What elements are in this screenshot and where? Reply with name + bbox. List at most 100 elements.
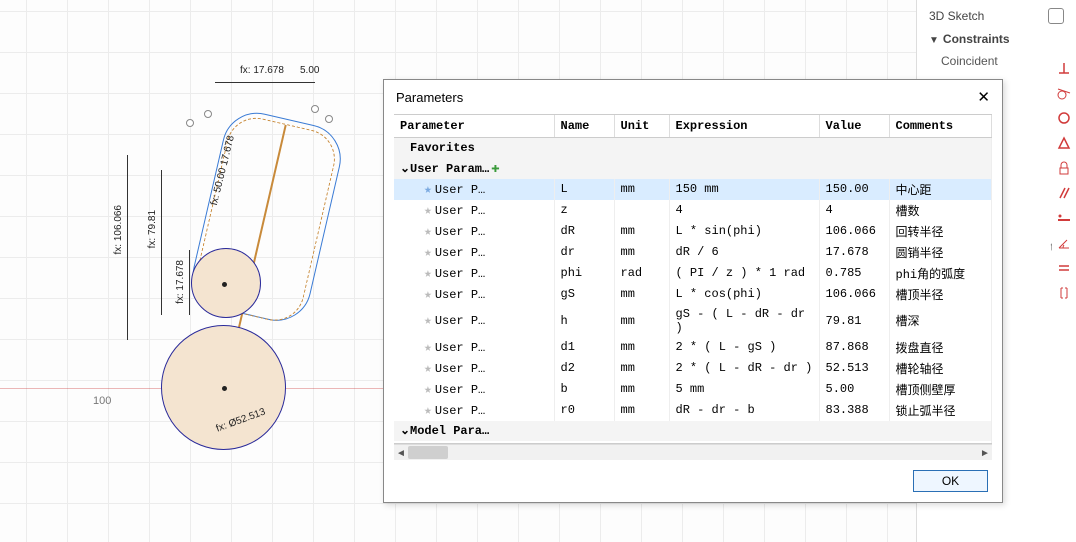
lock-icon[interactable] [1053, 156, 1075, 180]
cell[interactable]: 4 [819, 200, 889, 221]
parameter-row[interactable]: ★User P…d2mm2 * ( L - dR - dr )52.513槽轮轴… [394, 358, 992, 379]
cell[interactable]: 106.066 [819, 284, 889, 305]
cell[interactable]: mm [614, 337, 669, 358]
perpendicular-icon[interactable] [1053, 56, 1075, 80]
cell[interactable]: 4 [669, 200, 819, 221]
sketch-handle[interactable] [325, 115, 333, 123]
bracket-icon[interactable] [1053, 281, 1075, 305]
cell[interactable]: dr [554, 242, 614, 263]
parameter-row[interactable]: ★User P…drmmdR / 617.678圆销半径 [394, 242, 992, 263]
cell[interactable]: 拨盘直径 [889, 337, 992, 358]
sketch-handle[interactable] [186, 119, 194, 127]
favorite-star-icon[interactable]: ★ [424, 382, 432, 397]
cell[interactable]: r0 [554, 400, 614, 421]
col-name[interactable]: Name [554, 115, 614, 138]
cell[interactable]: 2 * ( L - dR - dr ) [669, 358, 819, 379]
cell[interactable]: 87.868 [819, 337, 889, 358]
parameter-row[interactable]: ★User P…d1mm2 * ( L - gS )87.868拨盘直径 [394, 337, 992, 358]
cell[interactable]: 槽数 [889, 200, 992, 221]
cell[interactable]: L * sin(phi) [669, 221, 819, 242]
cell[interactable]: z [554, 200, 614, 221]
dimension-label[interactable]: 5.00 [300, 65, 319, 76]
cell[interactable]: 150 mm [669, 179, 819, 200]
tangent-icon[interactable] [1053, 81, 1075, 105]
group-row[interactable]: Favorites [394, 138, 992, 158]
parameters-table[interactable]: Parameter Name Unit Expression Value Com… [394, 115, 992, 444]
parameter-row[interactable]: ★User P…hmmgS - ( L - dR - dr )79.81槽深 [394, 305, 992, 337]
cell[interactable]: 槽顶半径 [889, 284, 992, 305]
ok-button[interactable]: OK [913, 470, 988, 492]
cell[interactable]: 83.388 [819, 400, 889, 421]
favorite-star-icon[interactable]: ★ [424, 224, 432, 239]
group-row[interactable]: ⌄Model Para… [394, 421, 992, 441]
cell[interactable]: 106.066 [819, 221, 889, 242]
cell[interactable]: b [554, 379, 614, 400]
cell[interactable]: phi [554, 263, 614, 284]
cell[interactable]: ( PI / z ) * 1 rad [669, 263, 819, 284]
favorite-star-icon[interactable]: ★ [424, 203, 432, 218]
panel-constraints-header[interactable]: ▼Constraints [919, 28, 1074, 50]
cell[interactable]: 0.785 [819, 263, 889, 284]
favorite-star-icon[interactable]: ★ [424, 340, 432, 355]
cell[interactable]: mm [614, 179, 669, 200]
cell[interactable]: dR [554, 221, 614, 242]
favorite-star-icon[interactable]: ★ [424, 287, 432, 302]
cell[interactable]: 圆销半径 [889, 242, 992, 263]
cell[interactable]: 17.678 [819, 242, 889, 263]
cell[interactable]: gS [554, 284, 614, 305]
triangle-icon[interactable] [1053, 131, 1075, 155]
cell[interactable]: rad [614, 263, 669, 284]
parameter-row[interactable]: ★User P…dRmmL * sin(phi)106.066回转半径 [394, 221, 992, 242]
sketch-handle[interactable] [311, 105, 319, 113]
cell[interactable]: h [554, 305, 614, 337]
sketch-handle[interactable] [204, 110, 212, 118]
caret-icon[interactable]: ⌄ [400, 161, 410, 175]
constraint-coincident[interactable]: Coincident [919, 50, 1074, 72]
dimension-label[interactable]: fx: 106.066 [113, 205, 124, 254]
close-icon[interactable]: ✕ [977, 88, 990, 106]
cell[interactable]: 槽轮轴径 [889, 358, 992, 379]
cell[interactable]: mm [614, 242, 669, 263]
cell[interactable]: L [554, 179, 614, 200]
scroll-left-icon[interactable]: ◄ [394, 445, 408, 461]
cell[interactable]: mm [614, 221, 669, 242]
parallel-icon[interactable] [1053, 181, 1075, 205]
group-row[interactable]: ⌄User Param…✚ [394, 158, 992, 179]
parameter-row[interactable]: ★User P…gSmmL * cos(phi)106.066槽顶半径 [394, 284, 992, 305]
col-expression[interactable]: Expression [669, 115, 819, 138]
cell[interactable]: gS - ( L - dR - dr ) [669, 305, 819, 337]
dialog-titlebar[interactable]: Parameters ✕ [384, 80, 1002, 114]
dimension-label[interactable]: fx: 79.81 [147, 210, 158, 248]
cell[interactable]: dR / 6 [669, 242, 819, 263]
parameter-row[interactable]: ★User P…Lmm150 mm150.00中心距 [394, 179, 992, 200]
checkbox-icon[interactable] [1048, 8, 1064, 24]
cell[interactable]: dR - dr - b [669, 400, 819, 421]
parameter-row[interactable]: ★User P…z44槽数 [394, 200, 992, 221]
cell[interactable]: 槽顶侧壁厚 [889, 379, 992, 400]
cell[interactable]: 回转半径 [889, 221, 992, 242]
cell[interactable]: L * cos(phi) [669, 284, 819, 305]
cell[interactable]: mm [614, 305, 669, 337]
cell[interactable]: mm [614, 358, 669, 379]
caret-icon[interactable]: ⌄ [400, 423, 410, 437]
favorite-star-icon[interactable]: ★ [424, 403, 432, 418]
cell[interactable]: 5.00 [819, 379, 889, 400]
favorite-star-icon[interactable]: ★ [424, 313, 432, 328]
parameter-row[interactable]: ★User P…bmm5 mm5.00槽顶侧壁厚 [394, 379, 992, 400]
cell[interactable]: 52.513 [819, 358, 889, 379]
favorite-star-icon[interactable]: ★ [424, 361, 432, 376]
cell[interactable]: 锁止弧半径 [889, 400, 992, 421]
scroll-right-icon[interactable]: ► [978, 445, 992, 461]
cell[interactable] [614, 200, 669, 221]
panel-3d-sketch[interactable]: 3D Sketch [919, 4, 1074, 28]
cell[interactable]: 79.81 [819, 305, 889, 337]
cell[interactable]: mm [614, 379, 669, 400]
equal-icon[interactable] [1053, 256, 1075, 280]
cell[interactable]: 5 mm [669, 379, 819, 400]
horizontal-scrollbar[interactable]: ◄ ► [394, 444, 992, 460]
angle-icon[interactable] [1053, 231, 1075, 255]
circle-icon[interactable] [1053, 106, 1075, 130]
col-value[interactable]: Value [819, 115, 889, 138]
parameter-row[interactable]: ★User P…phirad( PI / z ) * 1 rad0.785phi… [394, 263, 992, 284]
cell[interactable]: d2 [554, 358, 614, 379]
